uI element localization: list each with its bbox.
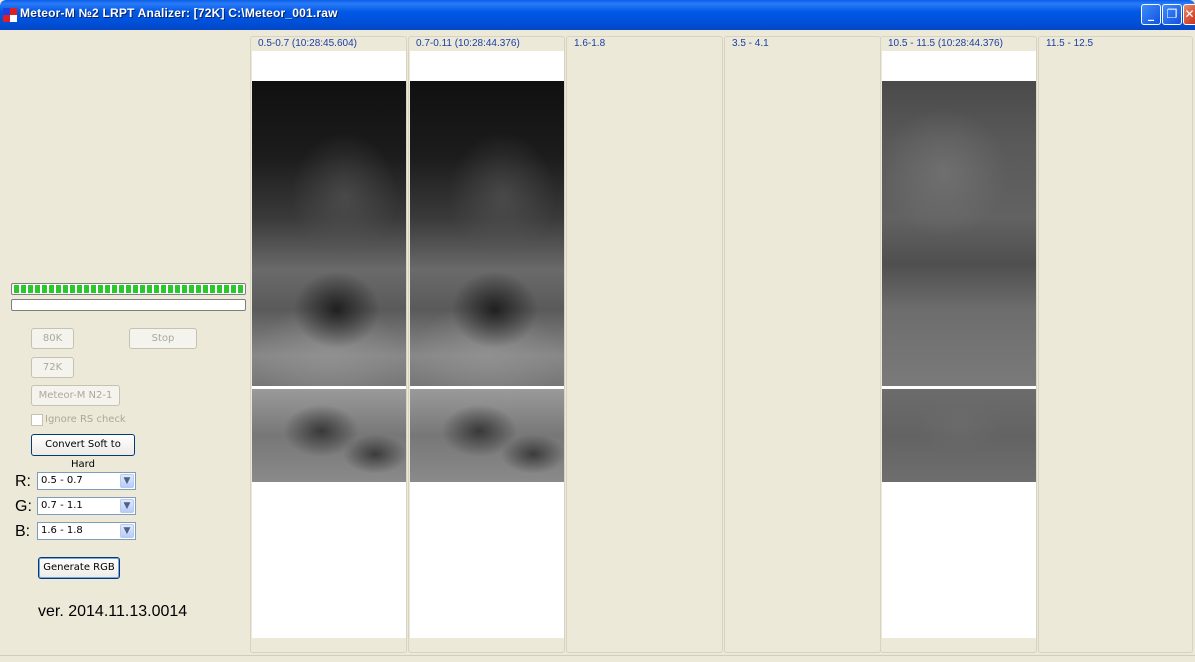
channel-label-3: 1.6-1.8	[573, 38, 607, 49]
generate-rgb-button[interactable]: Generate RGB	[38, 557, 120, 579]
channel-label-5: 10.5 - 11.5 (10:28:44.376)	[887, 38, 1004, 49]
channel-panel-4	[724, 36, 881, 653]
btn-80k[interactable]: 80K	[31, 328, 74, 349]
title-bar: Meteor-M №2 LRPT Analizer: [72K] C:\Mete…	[0, 0, 1195, 30]
channel-image-5-part-a	[882, 81, 1036, 386]
channel-image-area-1	[252, 51, 406, 638]
convert-soft-to-hard-button[interactable]: Convert Soft to Hard	[31, 434, 135, 470]
r-channel-value: 0.5 - 0.7	[41, 475, 83, 486]
progress-bar-secondary	[11, 299, 246, 311]
minimize-icon[interactable]: _	[1141, 4, 1161, 25]
b-label: B:	[15, 523, 31, 540]
chevron-down-icon[interactable]: ▼	[120, 499, 134, 513]
b-channel-select[interactable]: 1.6 - 1.8 ▼	[37, 522, 136, 540]
stop-button[interactable]: Stop	[129, 328, 197, 349]
channel-image-2-part-a	[410, 81, 564, 386]
channel-image-2-part-b	[410, 389, 564, 482]
app-icon	[3, 8, 17, 22]
channel-panel-3	[566, 36, 723, 653]
channel-label-2: 0.7-0.11 (10:28:44.376)	[415, 38, 521, 49]
chevron-down-icon[interactable]: ▼	[120, 474, 134, 488]
window-title: Meteor-M №2 LRPT Analizer: [72K] C:\Mete…	[20, 6, 338, 20]
btn-72k[interactable]: 72K	[31, 357, 74, 378]
r-channel-select[interactable]: 0.5 - 0.7 ▼	[37, 472, 136, 490]
progress-bar-primary	[11, 283, 246, 295]
ignore-rs-label: Ignore RS check	[45, 414, 126, 425]
g-label: G:	[15, 498, 32, 515]
channel-image-area-2	[410, 51, 564, 638]
channel-image-5-part-b	[882, 389, 1036, 482]
restore-icon[interactable]: ❐	[1162, 4, 1182, 25]
channel-label-1: 0.5-0.7 (10:28:45.604)	[257, 38, 358, 49]
g-channel-value: 0.7 - 1.1	[41, 500, 83, 511]
close-icon[interactable]: ✕	[1183, 4, 1195, 25]
r-label: R:	[15, 473, 31, 490]
channel-panel-6	[1038, 36, 1193, 653]
channel-label-6: 11.5 - 12.5	[1045, 38, 1095, 49]
channel-image-area-5	[882, 51, 1036, 638]
progress-bar-primary-fill	[14, 285, 243, 293]
version-label: ver. 2014.11.13.0014	[38, 603, 188, 620]
b-channel-value: 1.6 - 1.8	[41, 525, 83, 536]
channel-image-1-part-a	[252, 81, 406, 386]
g-channel-select[interactable]: 0.7 - 1.1 ▼	[37, 497, 136, 515]
ignore-rs-checkbox[interactable]	[31, 414, 43, 426]
chevron-down-icon[interactable]: ▼	[120, 524, 134, 538]
control-panel: 80K Stop 72K Meteor-M N2-1 Ignore RS che…	[0, 30, 249, 655]
meteor-m-n2-1-button[interactable]: Meteor-M N2-1	[31, 385, 120, 406]
channel-image-1-part-b	[252, 389, 406, 482]
channel-label-4: 3.5 - 4.1	[731, 38, 770, 49]
